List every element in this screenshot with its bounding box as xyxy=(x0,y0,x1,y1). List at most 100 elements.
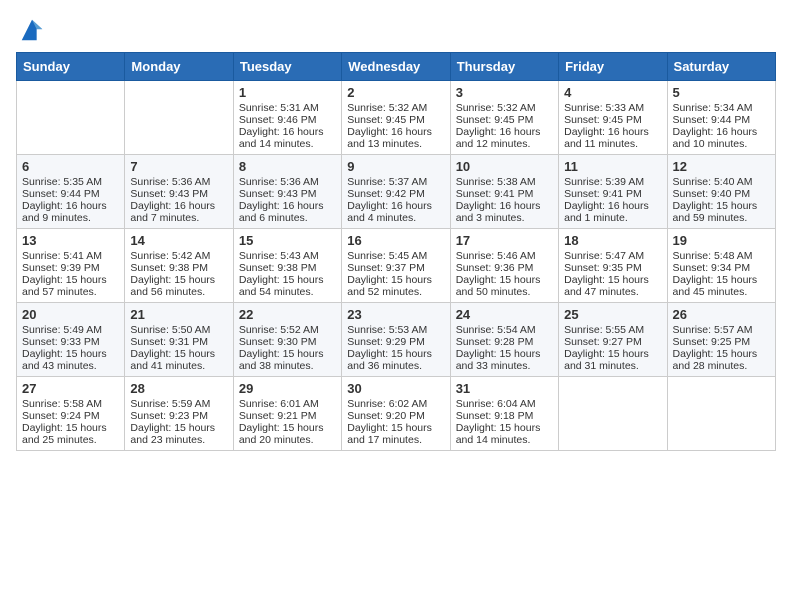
daylight-text: Daylight: 15 hours and 50 minutes. xyxy=(456,274,553,298)
calendar-cell: 30Sunrise: 6:02 AMSunset: 9:20 PMDayligh… xyxy=(342,377,450,451)
sunrise-text: Sunrise: 5:52 AM xyxy=(239,324,336,336)
sunset-text: Sunset: 9:43 PM xyxy=(239,188,336,200)
day-number: 29 xyxy=(239,381,336,396)
sunrise-text: Sunrise: 5:41 AM xyxy=(22,250,119,262)
calendar-cell: 2 Sunrise: 5:32 AMSunset: 9:45 PMDaylight… xyxy=(342,81,450,155)
day-header-thursday: Thursday xyxy=(450,53,558,81)
sunrise-text: Sunrise: 5:57 AM xyxy=(673,324,770,336)
page-header xyxy=(16,16,776,44)
daylight-text: Daylight: 15 hours and 59 minutes. xyxy=(673,200,770,224)
sunset-text: Sunset: 9:24 PM xyxy=(22,410,119,422)
sunrise-text: Sunrise: 5:33 AM xyxy=(564,102,661,114)
sunset-text: Sunset: 9:31 PM xyxy=(130,336,227,348)
daylight-text: Daylight: 15 hours and 56 minutes. xyxy=(130,274,227,298)
day-number: 30 xyxy=(347,381,444,396)
daylight-text: Daylight: 15 hours and 25 minutes. xyxy=(22,422,119,446)
day-number: 22 xyxy=(239,307,336,322)
daylight-text: Daylight: 16 hours and 6 minutes. xyxy=(239,200,336,224)
day-number: 18 xyxy=(564,233,661,248)
day-number: 25 xyxy=(564,307,661,322)
sunset-text: Sunset: 9:39 PM xyxy=(22,262,119,274)
calendar-cell: 14Sunrise: 5:42 AMSunset: 9:38 PMDayligh… xyxy=(125,229,233,303)
day-number: 7 xyxy=(130,159,227,174)
day-number: 19 xyxy=(673,233,770,248)
calendar-cell: 26Sunrise: 5:57 AMSunset: 9:25 PMDayligh… xyxy=(667,303,775,377)
day-header-sunday: Sunday xyxy=(17,53,125,81)
calendar-cell xyxy=(667,377,775,451)
day-number: 24 xyxy=(456,307,553,322)
sunset-text: Sunset: 9:42 PM xyxy=(347,188,444,200)
calendar-cell: 31 Sunrise: 6:04 AMSunset: 9:18 PMDayligh… xyxy=(450,377,558,451)
day-number: 27 xyxy=(22,381,119,396)
sunset-text: Sunset: 9:44 PM xyxy=(673,114,770,126)
sunrise-text: Sunrise: 6:04 AM xyxy=(456,398,553,410)
calendar-week-3: 13Sunrise: 5:41 AMSunset: 9:39 PMDayligh… xyxy=(17,229,776,303)
sunset-text: Sunset: 9:20 PM xyxy=(347,410,444,422)
daylight-text: Daylight: 15 hours and 57 minutes. xyxy=(22,274,119,298)
calendar-week-4: 20Sunrise: 5:49 AMSunset: 9:33 PMDayligh… xyxy=(17,303,776,377)
daylight-text: Daylight: 15 hours and 47 minutes. xyxy=(564,274,661,298)
day-number: 21 xyxy=(130,307,227,322)
daylight-text: Daylight: 16 hours and 3 minutes. xyxy=(456,200,553,224)
day-number: 14 xyxy=(130,233,227,248)
daylight-text: Daylight: 15 hours and 23 minutes. xyxy=(130,422,227,446)
calendar-table: SundayMondayTuesdayWednesdayThursdayFrid… xyxy=(16,52,776,451)
day-header-wednesday: Wednesday xyxy=(342,53,450,81)
calendar-cell: 22Sunrise: 5:52 AMSunset: 9:30 PMDayligh… xyxy=(233,303,341,377)
day-header-saturday: Saturday xyxy=(667,53,775,81)
calendar-week-2: 6Sunrise: 5:35 AMSunset: 9:44 PMDaylight… xyxy=(17,155,776,229)
daylight-text: Daylight: 15 hours and 28 minutes. xyxy=(673,348,770,372)
day-header-tuesday: Tuesday xyxy=(233,53,341,81)
sunrise-text: Sunrise: 5:46 AM xyxy=(456,250,553,262)
sunset-text: Sunset: 9:45 PM xyxy=(347,114,444,126)
sunrise-text: Sunrise: 5:54 AM xyxy=(456,324,553,336)
calendar-cell: 29Sunrise: 6:01 AMSunset: 9:21 PMDayligh… xyxy=(233,377,341,451)
sunrise-text: Sunrise: 5:55 AM xyxy=(564,324,661,336)
sunset-text: Sunset: 9:46 PM xyxy=(239,114,336,126)
daylight-text: Daylight: 16 hours and 13 minutes. xyxy=(347,126,444,150)
sunset-text: Sunset: 9:25 PM xyxy=(673,336,770,348)
sunset-text: Sunset: 9:36 PM xyxy=(456,262,553,274)
daylight-text: Daylight: 15 hours and 14 minutes. xyxy=(456,422,553,446)
daylight-text: Daylight: 15 hours and 31 minutes. xyxy=(564,348,661,372)
sunrise-text: Sunrise: 5:53 AM xyxy=(347,324,444,336)
calendar-cell: 28Sunrise: 5:59 AMSunset: 9:23 PMDayligh… xyxy=(125,377,233,451)
day-number: 31 xyxy=(456,381,553,396)
day-number: 16 xyxy=(347,233,444,248)
sunrise-text: Sunrise: 6:02 AM xyxy=(347,398,444,410)
calendar-cell: 23Sunrise: 5:53 AMSunset: 9:29 PMDayligh… xyxy=(342,303,450,377)
daylight-text: Daylight: 16 hours and 10 minutes. xyxy=(673,126,770,150)
day-number: 12 xyxy=(673,159,770,174)
calendar-cell: 1Sunrise: 5:31 AMSunset: 9:46 PMDaylight… xyxy=(233,81,341,155)
calendar-week-5: 27Sunrise: 5:58 AMSunset: 9:24 PMDayligh… xyxy=(17,377,776,451)
sunrise-text: Sunrise: 5:40 AM xyxy=(673,176,770,188)
sunrise-text: Sunrise: 5:43 AM xyxy=(239,250,336,262)
daylight-text: Daylight: 16 hours and 4 minutes. xyxy=(347,200,444,224)
sunrise-text: Sunrise: 5:39 AM xyxy=(564,176,661,188)
calendar-header-row: SundayMondayTuesdayWednesdayThursdayFrid… xyxy=(17,53,776,81)
daylight-text: Daylight: 15 hours and 52 minutes. xyxy=(347,274,444,298)
daylight-text: Daylight: 15 hours and 20 minutes. xyxy=(239,422,336,446)
calendar-cell: 11Sunrise: 5:39 AMSunset: 9:41 PMDayligh… xyxy=(559,155,667,229)
sunrise-text: Sunrise: 5:50 AM xyxy=(130,324,227,336)
day-number: 3 xyxy=(456,85,553,100)
day-number: 8 xyxy=(239,159,336,174)
calendar-cell: 16Sunrise: 5:45 AMSunset: 9:37 PMDayligh… xyxy=(342,229,450,303)
calendar-cell xyxy=(559,377,667,451)
sunrise-text: Sunrise: 5:58 AM xyxy=(22,398,119,410)
sunrise-text: Sunrise: 6:01 AM xyxy=(239,398,336,410)
calendar-cell xyxy=(125,81,233,155)
calendar-cell: 4Sunrise: 5:33 AMSunset: 9:45 PMDaylight… xyxy=(559,81,667,155)
day-number: 2 xyxy=(347,85,444,100)
daylight-text: Daylight: 15 hours and 38 minutes. xyxy=(239,348,336,372)
sunset-text: Sunset: 9:18 PM xyxy=(456,410,553,422)
day-number: 1 xyxy=(239,85,336,100)
daylight-text: Daylight: 15 hours and 33 minutes. xyxy=(456,348,553,372)
calendar-cell: 21Sunrise: 5:50 AMSunset: 9:31 PMDayligh… xyxy=(125,303,233,377)
sunset-text: Sunset: 9:34 PM xyxy=(673,262,770,274)
sunrise-text: Sunrise: 5:45 AM xyxy=(347,250,444,262)
sunrise-text: Sunrise: 5:38 AM xyxy=(456,176,553,188)
sunrise-text: Sunrise: 5:32 AM xyxy=(347,102,444,114)
calendar-cell: 17Sunrise: 5:46 AMSunset: 9:36 PMDayligh… xyxy=(450,229,558,303)
sunset-text: Sunset: 9:41 PM xyxy=(564,188,661,200)
